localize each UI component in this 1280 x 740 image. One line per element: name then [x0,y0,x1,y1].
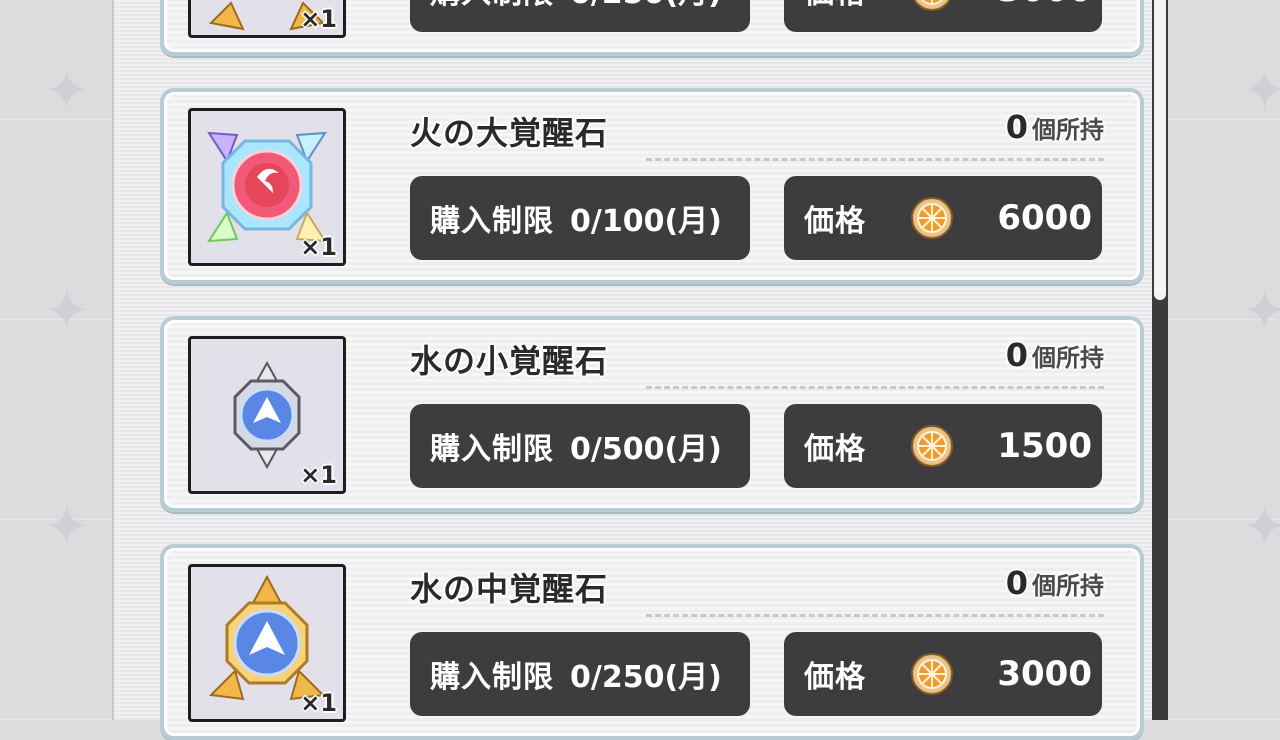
purchase-limit-value: 0/250(月) [570,0,722,12]
divider [646,158,1104,161]
orange-coin-icon [910,197,953,239]
purchase-limit-box: 購入制限 0/100(月) [410,176,750,260]
sparkle-icon: ✦ [44,495,90,558]
item-quantity: ×1 [300,5,337,33]
item-name: 水の小覚醒石 [410,342,609,380]
shop-item-card[interactable]: ×1 水の中覚醒石 0 個所持 購入制限 0/250(月) 価格 3000 [160,544,1144,740]
sparkle-icon: ✦ [1242,279,1280,342]
owned-count-unit: 個所持 [1032,116,1104,144]
item-quantity: ×1 [300,233,337,261]
item-quantity: ×1 [300,461,337,489]
item-quantity: ×1 [300,689,337,717]
price-box[interactable]: 価格 6000 [784,176,1102,260]
purchase-limit-label: 購入制限 [430,0,554,12]
owned-count: 0 個所持 [1006,336,1104,374]
sparkle-icon: ✦ [44,59,90,122]
owned-count-value: 0 [1005,108,1028,146]
purchase-limit-label: 購入制限 [430,660,554,695]
orange-coin-icon [910,653,953,695]
scrollbar-thumb[interactable] [1154,0,1166,300]
owned-count: 0 個所持 [1006,108,1104,146]
item-name: 水の中覚醒石 [410,570,609,608]
orange-coin-icon [913,0,951,11]
shop-item-card[interactable]: ×1 火の大覚醒石 0 個所持 購入制限 0/100(月) 価格 6000 [160,88,1144,284]
orange-coin-icon [910,425,953,467]
purchase-limit-box: 購入制限 0/250(月) [410,632,750,716]
purchase-limit-label: 購入制限 [430,204,554,239]
purchase-limit-value: 0/100(月) [570,204,722,239]
background-right: ✦ ✦ ✦ [1168,0,1280,720]
price-box[interactable]: 価格 3000 [784,632,1102,716]
price-label: 価格 [804,660,866,695]
price-label: 価格 [804,204,866,239]
shop-item-card[interactable]: ×1 購入制限 0/250(月) 価格 3000 [160,0,1144,56]
divider [646,614,1104,617]
price-value: 3000 [997,654,1092,694]
purchase-limit-value: 0/250(月) [570,660,722,695]
shop-item-card[interactable]: ×1 水の小覚醒石 0 個所持 購入制限 0/500(月) 価格 1500 [160,316,1144,512]
price-box[interactable]: 価格 3000 [784,0,1102,32]
sparkle-icon: ✦ [44,279,90,342]
owned-count-unit: 個所持 [1032,572,1104,600]
price-value: 6000 [997,198,1092,238]
owned-count: 0 個所持 [1006,564,1104,602]
owned-count-value: 0 [1005,564,1028,602]
sparkle-icon: ✦ [1242,59,1280,122]
item-thumbnail: ×1 [188,0,346,38]
price-value: 1500 [997,426,1092,466]
background-left: ✦ ✦ ✦ [0,0,112,720]
purchase-limit-value: 0/500(月) [570,432,722,467]
price-box[interactable]: 価格 1500 [784,404,1102,488]
owned-count-unit: 個所持 [1032,344,1104,372]
divider [646,386,1104,389]
purchase-limit-label: 購入制限 [430,432,554,467]
item-name: 火の大覚醒石 [410,114,609,152]
price-value: 3000 [997,0,1092,10]
price-label: 価格 [804,0,866,12]
item-thumbnail: ×1 [188,564,346,722]
purchase-limit-box: 購入制限 0/500(月) [410,404,750,488]
item-thumbnail: ×1 [188,336,346,494]
price-label: 価格 [804,432,866,467]
item-thumbnail: ×1 [188,108,346,266]
owned-count-value: 0 [1005,336,1028,374]
purchase-limit-box: 購入制限 0/250(月) [410,0,750,32]
sparkle-icon: ✦ [1242,495,1280,558]
